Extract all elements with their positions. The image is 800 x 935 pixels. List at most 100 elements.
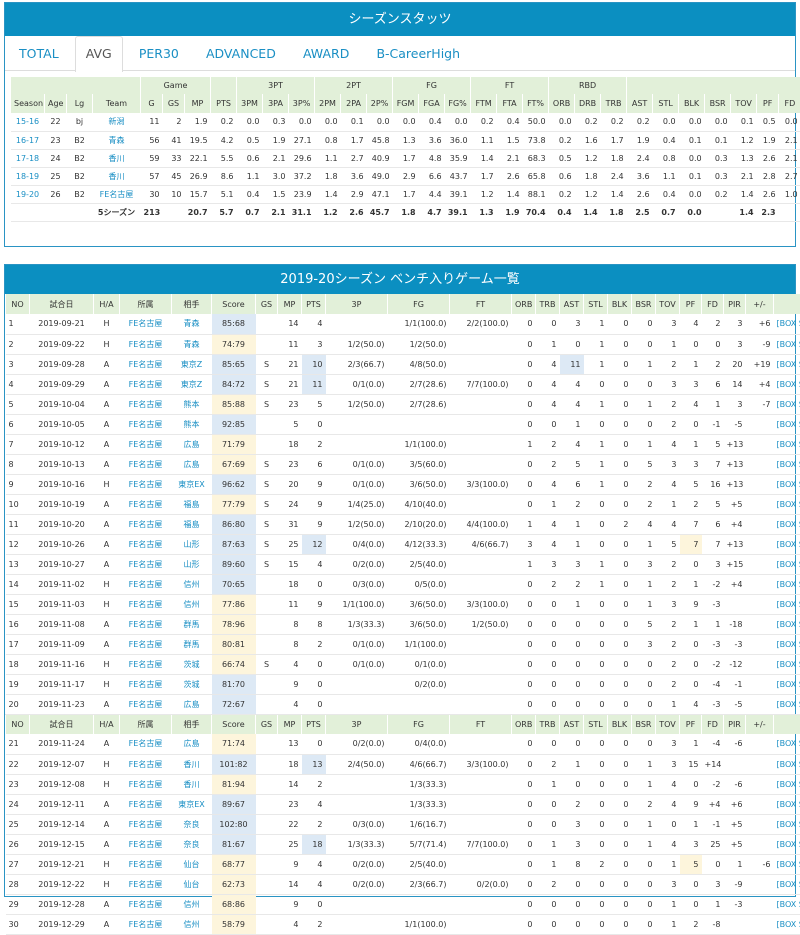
box-score-link[interactable]: [BOX SCORE] xyxy=(774,894,800,914)
opponent-link[interactable]: 東京EX xyxy=(172,474,212,494)
team-link[interactable]: FE名古屋 xyxy=(120,314,172,334)
team-link[interactable]: FE名古屋 xyxy=(93,185,141,203)
tab-per30[interactable]: PER30 xyxy=(128,36,190,71)
team-link[interactable]: 香川 xyxy=(93,149,141,167)
team-link[interactable]: FE名古屋 xyxy=(120,354,172,374)
box-score-link[interactable]: [BOX SCORE] xyxy=(774,794,800,814)
team-link[interactable]: 新潟 xyxy=(93,113,141,131)
team-link[interactable]: FE名古屋 xyxy=(120,594,172,614)
box-score-link[interactable]: [BOX SCORE] xyxy=(774,374,800,394)
box-score-link[interactable]: [BOX SCORE] xyxy=(774,834,800,854)
box-score-link[interactable]: [BOX SCORE] xyxy=(774,594,800,614)
opponent-link[interactable]: 青森 xyxy=(172,334,212,354)
box-score-link[interactable]: [BOX SCORE] xyxy=(774,474,800,494)
box-score-link[interactable]: [BOX SCORE] xyxy=(774,354,800,374)
team-link[interactable]: FE名古屋 xyxy=(120,774,172,794)
team-link[interactable]: FE名古屋 xyxy=(120,554,172,574)
box-score-link[interactable]: [BOX SCORE] xyxy=(774,674,800,694)
opponent-link[interactable]: 福島 xyxy=(172,494,212,514)
tab-advanced[interactable]: ADVANCED xyxy=(195,36,287,71)
tab-avg[interactable]: AVG xyxy=(75,36,123,72)
box-score-link[interactable]: [BOX SCORE] xyxy=(774,694,800,714)
opponent-link[interactable]: 青森 xyxy=(172,314,212,334)
tab-award[interactable]: AWARD xyxy=(292,36,360,71)
box-score-link[interactable]: [BOX SCORE] xyxy=(774,434,800,454)
box-score-link[interactable]: [BOX SCORE] xyxy=(774,514,800,534)
opponent-link[interactable]: 広島 xyxy=(172,734,212,754)
opponent-link[interactable]: 奈良 xyxy=(172,814,212,834)
box-score-link[interactable]: [BOX SCORE] xyxy=(774,414,800,434)
opponent-link[interactable]: 山形 xyxy=(172,554,212,574)
box-score-link[interactable]: [BOX SCORE] xyxy=(774,334,800,354)
tab-b-careerhigh[interactable]: B-CareerHigh xyxy=(365,36,471,71)
box-score-link[interactable]: [BOX SCORE] xyxy=(774,814,800,834)
team-link[interactable]: FE名古屋 xyxy=(120,874,172,894)
season-link[interactable]: 17-18 xyxy=(11,149,45,167)
team-link[interactable]: FE名古屋 xyxy=(120,474,172,494)
opponent-link[interactable]: 信州 xyxy=(172,574,212,594)
opponent-link[interactable]: 広島 xyxy=(172,434,212,454)
opponent-link[interactable]: 群馬 xyxy=(172,634,212,654)
team-link[interactable]: FE名古屋 xyxy=(120,414,172,434)
season-link[interactable]: 16-17 xyxy=(11,131,45,149)
team-link[interactable]: FE名古屋 xyxy=(120,494,172,514)
opponent-link[interactable]: 信州 xyxy=(172,594,212,614)
opponent-link[interactable]: 東京EX xyxy=(172,794,212,814)
tab-total[interactable]: TOTAL xyxy=(8,36,70,71)
team-link[interactable]: FE名古屋 xyxy=(120,334,172,354)
team-link[interactable]: FE名古屋 xyxy=(120,374,172,394)
box-score-link[interactable]: [BOX SCORE] xyxy=(774,654,800,674)
team-link[interactable]: FE名古屋 xyxy=(120,834,172,854)
box-score-link[interactable]: [BOX SCORE] xyxy=(774,754,800,774)
opponent-link[interactable]: 東京Z xyxy=(172,374,212,394)
team-link[interactable]: FE名古屋 xyxy=(120,614,172,634)
box-score-link[interactable]: [BOX SCORE] xyxy=(774,454,800,474)
opponent-link[interactable]: 広島 xyxy=(172,694,212,714)
team-link[interactable]: 香川 xyxy=(93,167,141,185)
opponent-link[interactable]: 仙台 xyxy=(172,854,212,874)
box-score-link[interactable]: [BOX SCORE] xyxy=(774,614,800,634)
team-link[interactable]: FE名古屋 xyxy=(120,454,172,474)
box-score-link[interactable]: [BOX SCORE] xyxy=(774,874,800,894)
opponent-link[interactable]: 奈良 xyxy=(172,834,212,854)
opponent-link[interactable]: 香川 xyxy=(172,774,212,794)
opponent-link[interactable]: 信州 xyxy=(172,914,212,934)
opponent-link[interactable]: 茨城 xyxy=(172,654,212,674)
team-link[interactable]: FE名古屋 xyxy=(120,394,172,414)
opponent-link[interactable]: 茨城 xyxy=(172,674,212,694)
opponent-link[interactable]: 熊本 xyxy=(172,394,212,414)
team-link[interactable]: FE名古屋 xyxy=(120,854,172,874)
team-link[interactable]: FE名古屋 xyxy=(120,694,172,714)
opponent-link[interactable]: 信州 xyxy=(172,894,212,914)
opponent-link[interactable]: 福島 xyxy=(172,514,212,534)
box-score-link[interactable]: [BOX SCORE] xyxy=(774,574,800,594)
box-score-link[interactable]: [BOX SCORE] xyxy=(774,914,800,934)
box-score-link[interactable]: [BOX SCORE] xyxy=(774,554,800,574)
box-score-link[interactable]: [BOX SCORE] xyxy=(774,774,800,794)
opponent-link[interactable]: 山形 xyxy=(172,534,212,554)
team-link[interactable]: FE名古屋 xyxy=(120,534,172,554)
box-score-link[interactable]: [BOX SCORE] xyxy=(774,494,800,514)
team-link[interactable]: FE名古屋 xyxy=(120,514,172,534)
box-score-link[interactable]: [BOX SCORE] xyxy=(774,634,800,654)
team-link[interactable]: FE名古屋 xyxy=(120,654,172,674)
team-link[interactable]: FE名古屋 xyxy=(120,574,172,594)
opponent-link[interactable]: 香川 xyxy=(172,754,212,774)
team-link[interactable]: FE名古屋 xyxy=(120,434,172,454)
team-link[interactable]: FE名古屋 xyxy=(120,814,172,834)
team-link[interactable]: 青森 xyxy=(93,131,141,149)
opponent-link[interactable]: 広島 xyxy=(172,454,212,474)
season-link[interactable]: 19-20 xyxy=(11,185,45,203)
team-link[interactable]: FE名古屋 xyxy=(120,894,172,914)
opponent-link[interactable]: 熊本 xyxy=(172,414,212,434)
season-link[interactable]: 18-19 xyxy=(11,167,45,185)
opponent-link[interactable]: 東京Z xyxy=(172,354,212,374)
box-score-link[interactable]: [BOX SCORE] xyxy=(774,854,800,874)
box-score-link[interactable]: [BOX SCORE] xyxy=(774,534,800,554)
opponent-link[interactable]: 群馬 xyxy=(172,614,212,634)
team-link[interactable]: FE名古屋 xyxy=(120,734,172,754)
team-link[interactable]: FE名古屋 xyxy=(120,754,172,774)
opponent-link[interactable]: 仙台 xyxy=(172,874,212,894)
team-link[interactable]: FE名古屋 xyxy=(120,674,172,694)
team-link[interactable]: FE名古屋 xyxy=(120,634,172,654)
